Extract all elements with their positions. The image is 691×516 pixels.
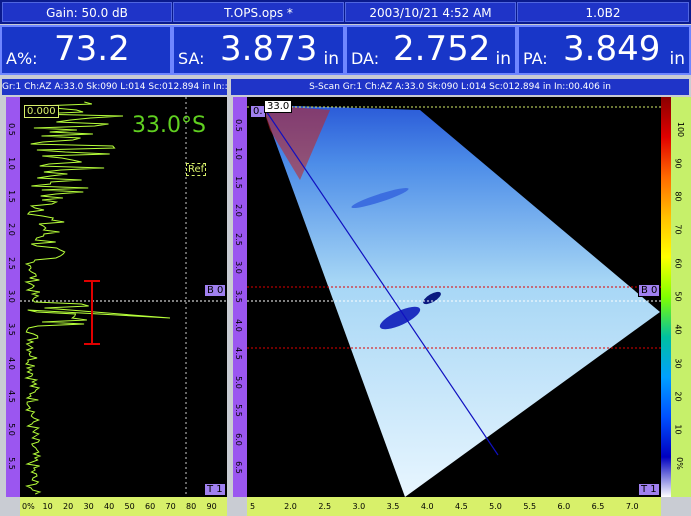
- tick-label: 3.5: [6, 323, 16, 337]
- tick-label: 0.5: [6, 123, 16, 137]
- tick-label: 10: [673, 424, 683, 435]
- tick-label: 80: [673, 191, 683, 202]
- tick-label: 2.0: [284, 502, 297, 511]
- tick-label: 0%: [22, 502, 35, 511]
- tick-label: 2.0: [6, 223, 16, 237]
- tick-label: 30: [673, 358, 683, 369]
- tick-label: 5.0: [233, 375, 243, 389]
- tick-label: 3.5: [233, 290, 243, 303]
- tick-label: 4.5: [6, 390, 16, 403]
- tick-label: 10: [42, 502, 53, 511]
- tick-label: 40: [104, 502, 115, 511]
- sscan-t-tag[interactable]: T 1: [638, 483, 660, 496]
- tick-label: 4.5: [233, 347, 243, 361]
- ascan-angle-label: 33.0°S: [132, 113, 206, 138]
- sscan-cursor-tag[interactable]: 33.0: [264, 100, 293, 113]
- tick-label: 60: [673, 258, 683, 269]
- tick-label: 2.5: [318, 502, 332, 511]
- tick-label: 2.5: [233, 232, 243, 246]
- tick-label: 20: [63, 502, 74, 511]
- tick-label: 5: [250, 502, 256, 511]
- tick-label: 3.5: [386, 502, 400, 511]
- tick-label: 3.0: [352, 502, 366, 511]
- tick-label: 5.5: [233, 404, 243, 418]
- tick-label: 4.0: [420, 502, 434, 511]
- tick-label: 60: [145, 502, 156, 511]
- tick-label: 1.5: [233, 175, 243, 189]
- tick-label: 1.0: [233, 147, 243, 161]
- tick-label: 5.0: [489, 502, 502, 511]
- tick-label: 90: [673, 158, 683, 169]
- ascan-t-tag[interactable]: T 1: [204, 483, 226, 496]
- scan-overlay: [20, 97, 661, 497]
- ascan-zero-tag: 0.000: [24, 105, 59, 118]
- tick-label: 2.0: [233, 204, 243, 218]
- tick-label: 50: [673, 291, 683, 302]
- tick-label: 3.0: [6, 290, 16, 303]
- tick-label: 0%: [674, 456, 684, 470]
- ascan-gate-tag[interactable]: B 0: [204, 284, 227, 297]
- tick-label: 6.5: [591, 502, 605, 511]
- tick-label: 4.5: [455, 502, 468, 511]
- tick-label: 50: [124, 502, 135, 511]
- tick-label: 80: [186, 502, 197, 511]
- tick-label: 5.0: [6, 423, 16, 437]
- tick-label: 1.0: [6, 156, 16, 170]
- tick-label: 6.0: [233, 432, 243, 446]
- tick-label: 40: [673, 324, 683, 335]
- sscan-gate-tag[interactable]: B 0: [638, 284, 661, 297]
- tick-label: 90: [206, 502, 217, 511]
- ascan-waveform: [24, 101, 171, 495]
- tick-label: 5.5: [523, 502, 537, 511]
- tick-label: 30: [83, 502, 94, 511]
- tick-label: 20: [673, 391, 683, 402]
- tick-label: 3.0: [233, 261, 243, 275]
- tick-label: 2.5: [6, 256, 16, 270]
- tick-label: 4.0: [233, 318, 243, 332]
- ascan-ref-label: Ref: [186, 163, 207, 176]
- tick-label: 5.5: [6, 456, 16, 470]
- tick-label: 70: [673, 224, 683, 235]
- tick-label: 6.5: [233, 461, 243, 475]
- tick-label: 6.0: [557, 502, 571, 511]
- tick-label: 0.5: [233, 118, 243, 132]
- tick-label: 70: [165, 502, 176, 511]
- tick-label: 100: [676, 122, 686, 138]
- tick-label: 7.0: [625, 502, 639, 511]
- tick-label: 4.0: [6, 356, 16, 370]
- tick-label: 1.5: [6, 190, 16, 203]
